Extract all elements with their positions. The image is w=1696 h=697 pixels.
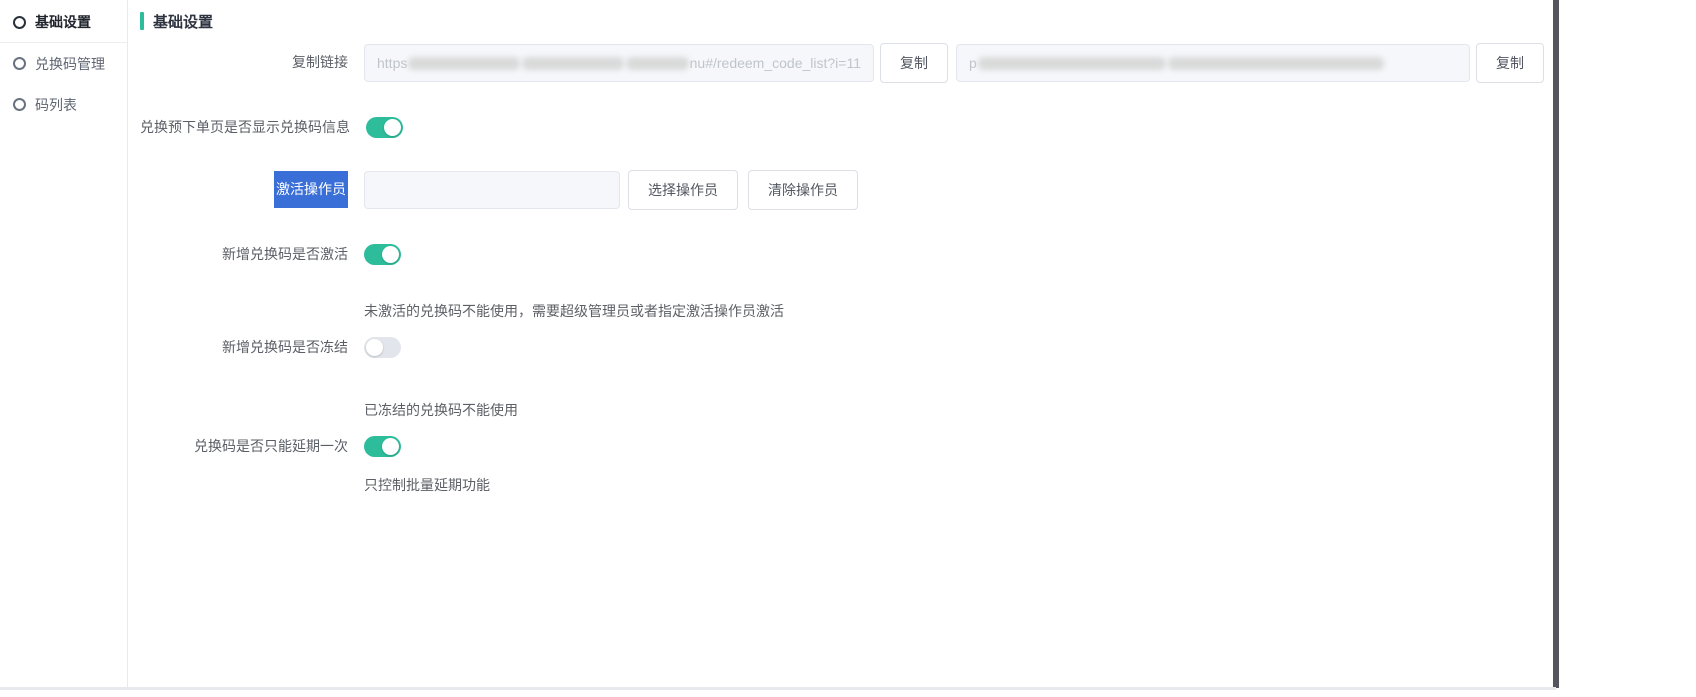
vertical-scrollbar[interactable] bbox=[1552, 0, 1560, 690]
sidebar: 基础设置 兑换码管理 码列表 bbox=[0, 0, 128, 687]
new-code-activated-help: 未激活的兑换码不能使用，需要超级管理员或者指定激活操作员激活 bbox=[364, 303, 784, 319]
select-operator-button[interactable]: 选择操作员 bbox=[628, 170, 738, 210]
page-title-text: 基础设置 bbox=[153, 13, 214, 31]
link2-text-prefix: p bbox=[969, 55, 977, 71]
sidebar-item-redeem-code-management[interactable]: 兑换码管理 bbox=[0, 43, 127, 84]
radio-circle-icon bbox=[13, 98, 26, 111]
copy-link-label: 复制链接 bbox=[292, 54, 348, 70]
copy-button-2[interactable]: 复制 bbox=[1476, 43, 1544, 83]
show-code-info-label: 兑换预下单页是否显示兑换码信息 bbox=[140, 119, 350, 135]
new-code-frozen-toggle[interactable] bbox=[364, 337, 401, 358]
scrollbar-thumb[interactable] bbox=[1553, 0, 1559, 688]
new-code-activated-row: 新增兑换码是否激活 未激活的兑换码不能使用，需要超级管理员或者指定激活操作员激活 bbox=[140, 244, 1550, 321]
activate-operator-row: 激活操作员 选择操作员 清除操作员 bbox=[140, 170, 1550, 210]
radio-circle-icon bbox=[13, 15, 26, 29]
new-code-activated-label: 新增兑换码是否激活 bbox=[222, 246, 348, 262]
extend-once-label: 兑换码是否只能延期一次 bbox=[194, 438, 348, 454]
copy-link-row: 复制链接 https nu#/redeem_code_list?i=11 复制 … bbox=[140, 43, 1550, 83]
link-text-suffix: nu#/redeem_code_list?i=11 bbox=[689, 55, 861, 71]
show-code-info-toggle[interactable] bbox=[366, 117, 403, 138]
extend-once-toggle[interactable] bbox=[364, 436, 401, 457]
settings-page: 基础设置 兑换码管理 码列表 基础设置 复制链接 https nu#/redee… bbox=[0, 0, 1560, 690]
page-title: 基础设置 bbox=[140, 11, 1550, 31]
sidebar-item-label: 基础设置 bbox=[35, 14, 91, 30]
main-content: 基础设置 复制链接 https nu#/redeem_code_list?i=1… bbox=[129, 0, 1550, 690]
link-text-prefix: https bbox=[377, 55, 408, 71]
selected-label-highlight: 激活操作员 bbox=[274, 171, 348, 208]
extend-once-row: 兑换码是否只能延期一次 只控制批量延期功能 bbox=[140, 436, 1550, 495]
activate-operator-input[interactable] bbox=[364, 171, 620, 209]
redacted-segment bbox=[1167, 56, 1384, 70]
clear-operator-button[interactable]: 清除操作员 bbox=[748, 170, 858, 210]
radio-circle-icon bbox=[13, 57, 26, 70]
activate-operator-label: 激活操作员 bbox=[140, 170, 364, 208]
new-code-frozen-label: 新增兑换码是否冻结 bbox=[222, 339, 348, 355]
bottom-edge-line bbox=[0, 687, 1556, 690]
redacted-segment bbox=[408, 56, 520, 70]
copy-button-1[interactable]: 复制 bbox=[880, 43, 948, 83]
extend-once-help: 只控制批量延期功能 bbox=[364, 477, 490, 493]
sidebar-item-label: 码列表 bbox=[35, 96, 77, 113]
new-code-frozen-help: 已冻结的兑换码不能使用 bbox=[364, 402, 518, 418]
redacted-segment bbox=[977, 56, 1166, 70]
copy-link-input-1[interactable]: https nu#/redeem_code_list?i=11 bbox=[364, 44, 874, 82]
show-code-info-row: 兑换预下单页是否显示兑换码信息 bbox=[140, 117, 1550, 138]
sidebar-item-basic-settings[interactable]: 基础设置 bbox=[0, 2, 127, 43]
new-code-activated-toggle[interactable] bbox=[364, 244, 401, 265]
copy-link-input-2[interactable]: p bbox=[956, 44, 1470, 82]
sidebar-item-code-list[interactable]: 码列表 bbox=[0, 84, 127, 125]
new-code-frozen-row: 新增兑换码是否冻结 已冻结的兑换码不能使用 bbox=[140, 337, 1550, 420]
title-accent-bar bbox=[140, 12, 144, 30]
redacted-segment bbox=[626, 56, 689, 70]
sidebar-item-label: 兑换码管理 bbox=[35, 55, 105, 72]
settings-form: 复制链接 https nu#/redeem_code_list?i=11 复制 … bbox=[140, 43, 1550, 495]
redacted-segment bbox=[521, 56, 625, 70]
